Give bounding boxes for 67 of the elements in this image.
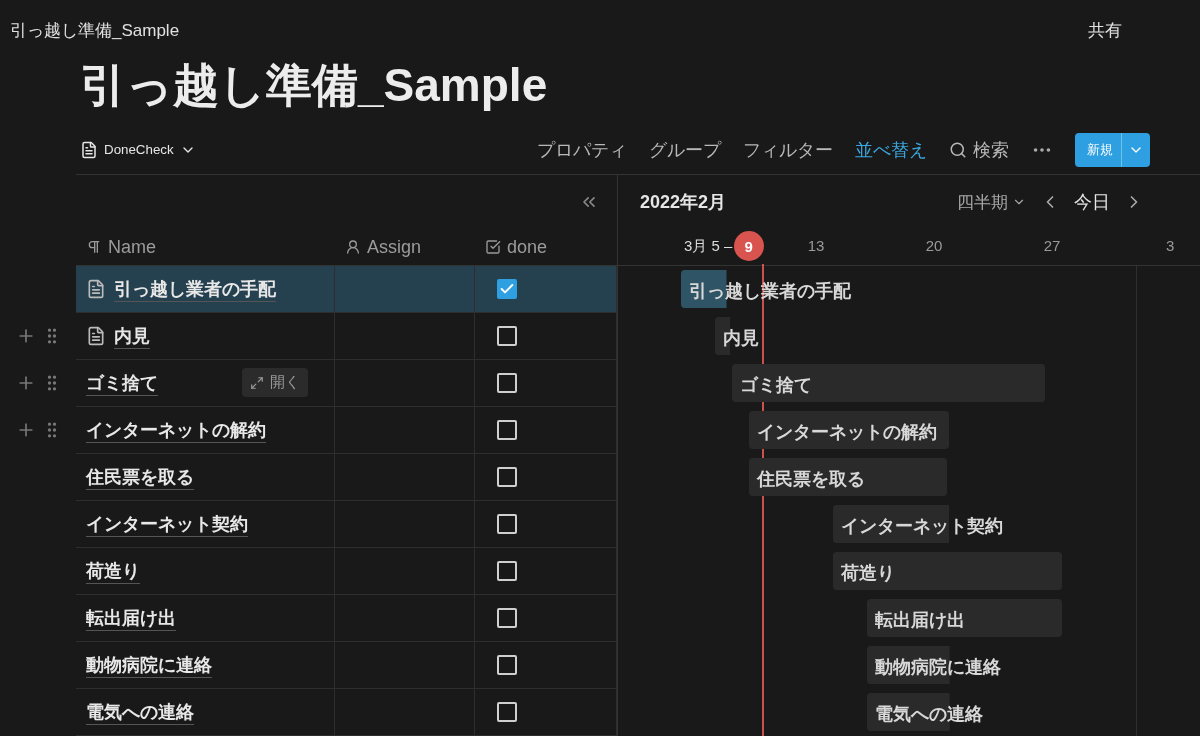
timeline-bar[interactable]: 動物病院に連絡 — [866, 646, 1001, 684]
checkbox[interactable] — [497, 608, 517, 628]
checkbox-property-icon — [485, 239, 501, 255]
column-header[interactable]: Name — [76, 229, 335, 265]
view-icon — [80, 140, 98, 159]
timeline-bar[interactable]: 内見 — [714, 317, 759, 355]
timeline-bar[interactable]: ゴミ捨て — [731, 364, 1046, 402]
date-tick: 27 — [1043, 237, 1061, 254]
toolbar-button[interactable]: 並べ替え — [855, 137, 927, 162]
toolbar-button[interactable]: グループ — [649, 137, 721, 162]
today-marker: 9 — [733, 231, 764, 261]
zoom-dropdown[interactable]: 四半期 — [957, 190, 1026, 214]
timeline-bar[interactable]: 転出届け出 — [866, 599, 1063, 637]
date-tick: 13 — [807, 237, 825, 254]
column-header[interactable]: done — [475, 229, 617, 265]
table-row[interactable]: インターネットの解約 — [76, 407, 617, 454]
checkbox[interactable] — [497, 655, 517, 675]
today-button[interactable]: 今日 — [1074, 190, 1110, 214]
row-title[interactable]: インターネット契約 — [86, 511, 248, 537]
checkbox[interactable] — [497, 326, 517, 346]
checkbox[interactable] — [497, 561, 517, 581]
checkbox[interactable] — [497, 467, 517, 487]
date-tick: 3 — [1165, 237, 1175, 254]
timeline-bar[interactable]: 住民票を取る — [748, 458, 948, 496]
row-title[interactable]: 荷造り — [86, 558, 140, 584]
person-property-icon — [345, 239, 361, 255]
timeline-bar[interactable]: インターネットの解約 — [748, 411, 950, 449]
open-button[interactable]: 開く — [242, 368, 308, 397]
table-row[interactable]: ゴミ捨て 開く — [76, 360, 617, 407]
search-icon — [949, 140, 967, 159]
checkbox[interactable] — [497, 420, 517, 440]
table-row[interactable]: 住民票を取る — [76, 454, 617, 501]
share-link[interactable]: 共有 — [1088, 19, 1122, 43]
row-title[interactable]: 転出届け出 — [86, 605, 176, 631]
view-selector[interactable]: DoneCheck — [80, 140, 196, 159]
table-row[interactable]: インターネット契約 — [76, 501, 617, 548]
row-title[interactable]: 電気への連絡 — [86, 699, 194, 725]
table-row[interactable]: 転出届け出 — [76, 595, 617, 642]
toolbar-button[interactable]: プロパティ — [537, 137, 627, 162]
row-title[interactable]: 内見 — [114, 323, 150, 349]
row-title[interactable]: 引っ越し業者の手配 — [114, 276, 276, 302]
checkbox[interactable] — [497, 514, 517, 534]
timeline-bar[interactable]: 電気への連絡 — [866, 693, 983, 731]
page-title: 引っ越し準備_Sample — [80, 61, 549, 113]
toolbar-button[interactable]: フィルター — [743, 137, 833, 162]
row-title[interactable]: 住民票を取る — [86, 464, 194, 490]
row-title[interactable]: ゴミ捨て — [86, 370, 158, 396]
timeline-bar[interactable]: インターネット契約 — [832, 505, 1003, 543]
column-header[interactable]: Assign — [335, 229, 475, 265]
text-property-icon — [86, 239, 102, 255]
timeline-bar[interactable]: 荷造り — [832, 552, 1063, 590]
expand-icon — [250, 375, 264, 390]
table-row[interactable]: 電気への連絡 — [76, 689, 617, 736]
table-row[interactable]: 動物病院に連絡 — [76, 642, 617, 689]
row-title[interactable]: インターネットの解約 — [86, 417, 266, 443]
table-row[interactable]: 内見 — [76, 313, 617, 360]
search-button[interactable]: 検索 — [949, 137, 1009, 162]
timeline-month: 2022年2月 — [640, 191, 727, 214]
checkbox[interactable] — [497, 373, 517, 393]
table-row[interactable]: 荷造り — [76, 548, 617, 595]
checkbox[interactable] — [497, 702, 517, 722]
checkbox[interactable] — [497, 279, 517, 299]
table-row[interactable]: 引っ越し業者の手配 — [76, 266, 617, 313]
row-title[interactable]: 動物病院に連絡 — [86, 652, 212, 678]
date-range-label: 3月 5 – — [684, 237, 733, 256]
breadcrumb[interactable]: 引っ越し準備_Sample — [10, 19, 180, 43]
date-tick: 20 — [925, 237, 943, 254]
